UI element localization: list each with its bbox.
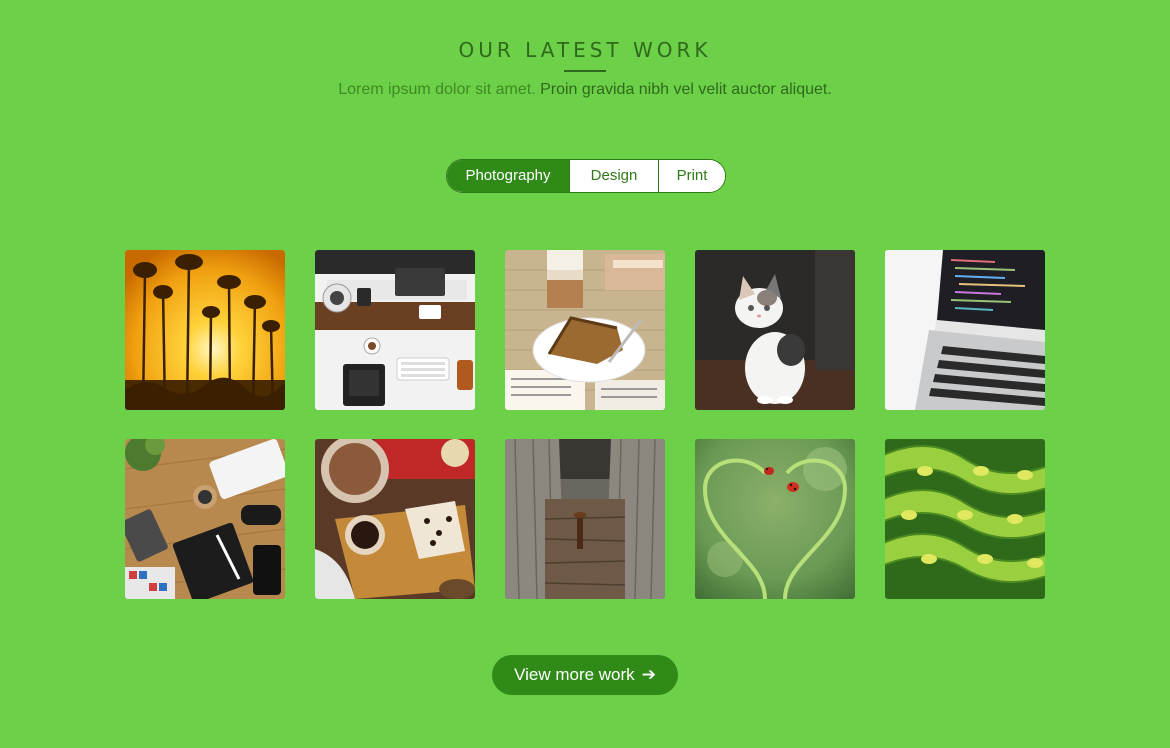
- section-title: OUR LATEST WORK: [458, 38, 712, 62]
- portfolio-item-desk-flatlay[interactable]: [125, 439, 285, 599]
- view-more-work-label: View more work: [514, 665, 635, 684]
- portfolio-item-kitten[interactable]: [695, 250, 855, 410]
- sunset-trees-image: [125, 250, 285, 410]
- portfolio-grid: [125, 250, 1045, 599]
- tab-design[interactable]: Design: [569, 160, 658, 192]
- portfolio-item-wooden-plank-nail[interactable]: [505, 439, 665, 599]
- portfolio-item-ladybug-heart-stems[interactable]: [695, 439, 855, 599]
- portfolio-item-coffee-cake[interactable]: [505, 250, 665, 410]
- desk-flatlay-image: [125, 439, 285, 599]
- portfolio-item-green-pods[interactable]: [885, 439, 1045, 599]
- portfolio-item-baking-table[interactable]: [315, 439, 475, 599]
- view-more-work-button[interactable]: View more work ➔: [492, 655, 678, 695]
- green-pods-image: [885, 439, 1045, 599]
- filter-tabs: Photography Design Print: [446, 159, 726, 193]
- ladybug-heart-image: [695, 439, 855, 599]
- laptop-code-image: [885, 250, 1045, 410]
- subtitle-part-b: Proin gravida nibh vel velit auctor aliq…: [540, 81, 832, 98]
- section-subtitle: Lorem ipsum dolor sit amet. Proin gravid…: [0, 81, 1170, 99]
- kitten-image: [695, 250, 855, 410]
- baking-table-image: [315, 439, 475, 599]
- wooden-plank-image: [505, 439, 665, 599]
- portfolio-item-laptop-code[interactable]: [885, 250, 1045, 410]
- tab-print[interactable]: Print: [658, 160, 725, 192]
- coffee-cake-image: [505, 250, 665, 410]
- desk-workspace-image: [315, 250, 475, 410]
- subtitle-part-a: Lorem ipsum dolor sit amet.: [338, 81, 541, 98]
- tab-photography[interactable]: Photography: [447, 160, 569, 192]
- portfolio-item-desk-workspace[interactable]: [315, 250, 475, 410]
- title-underline: [564, 70, 606, 72]
- portfolio-item-sunset-trees[interactable]: [125, 250, 285, 410]
- arrow-right-icon: ➔: [641, 665, 656, 684]
